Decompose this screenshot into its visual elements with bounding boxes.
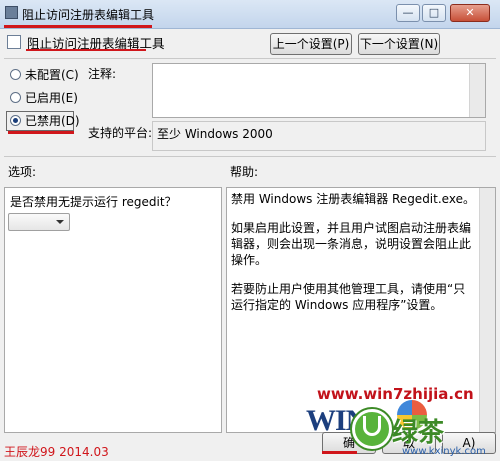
- setting-icon: [7, 35, 21, 49]
- help-scrollbar[interactable]: [479, 188, 495, 432]
- mid-divider: [4, 156, 496, 157]
- watermark-brand: 绿茶: [392, 418, 445, 448]
- comment-label: 注释:: [88, 67, 117, 81]
- comment-scrollbar[interactable]: [469, 64, 485, 117]
- disabled-red-underline: [8, 131, 74, 134]
- radio-label-enabled[interactable]: 已启用(E): [25, 89, 78, 106]
- maximize-button[interactable]: □: [422, 4, 446, 22]
- check-icon: [363, 416, 381, 436]
- previous-setting-button[interactable]: 上一个设置(P): [270, 33, 352, 55]
- radio-label-not-configured[interactable]: 未配置(C): [25, 66, 79, 83]
- help-paragraph: 若要防止用户使用其他管理工具，请使用“只运行指定的 Windows 应用程序”设…: [231, 282, 466, 312]
- watermark-site-url: www.win7zhijia.cn: [317, 385, 474, 403]
- window-title: 阻止访问注册表编辑工具: [22, 8, 155, 22]
- supported-platform-value: 至少 Windows 2000: [157, 127, 273, 141]
- option-question: 是否禁用无提示运行 regedit？: [10, 195, 177, 209]
- radio-label-disabled[interactable]: 已禁用(D): [25, 112, 80, 129]
- help-label: 帮助:: [230, 165, 259, 179]
- header-divider: [4, 58, 496, 59]
- options-label: 选项:: [8, 165, 37, 179]
- ok-red-underline: [322, 451, 357, 454]
- radio-disabled[interactable]: [10, 115, 21, 126]
- close-button[interactable]: ✕: [450, 4, 490, 22]
- author-credit: 王辰龙99 2014.03: [4, 445, 109, 459]
- title-red-underline: [4, 25, 152, 28]
- radio-enabled[interactable]: [10, 92, 21, 103]
- supported-platform-label: 支持的平台:: [88, 126, 153, 140]
- help-text: 禁用 Windows 注册表编辑器 Regedit.exe。 如果启用此设置，并…: [231, 191, 475, 326]
- chevron-down-icon: [56, 220, 64, 224]
- option-dropdown[interactable]: [8, 213, 70, 231]
- help-paragraph: 禁用 Windows 注册表编辑器 Regedit.exe。: [231, 192, 475, 206]
- comment-textarea[interactable]: [152, 63, 486, 118]
- supported-platform-box: 至少 Windows 2000: [152, 121, 486, 151]
- radio-not-configured[interactable]: [10, 69, 21, 80]
- policy-app-icon: [5, 6, 18, 19]
- watermark-url: www.kxinyk.com: [402, 446, 486, 457]
- next-setting-button[interactable]: 下一个设置(N): [358, 33, 440, 55]
- minimize-button[interactable]: —: [396, 4, 420, 22]
- setting-red-underline: [26, 49, 146, 51]
- help-paragraph: 如果启用此设置，并且用户试图启动注册表编辑器，则会出现一条消息，说明设置会阻止此…: [231, 221, 472, 267]
